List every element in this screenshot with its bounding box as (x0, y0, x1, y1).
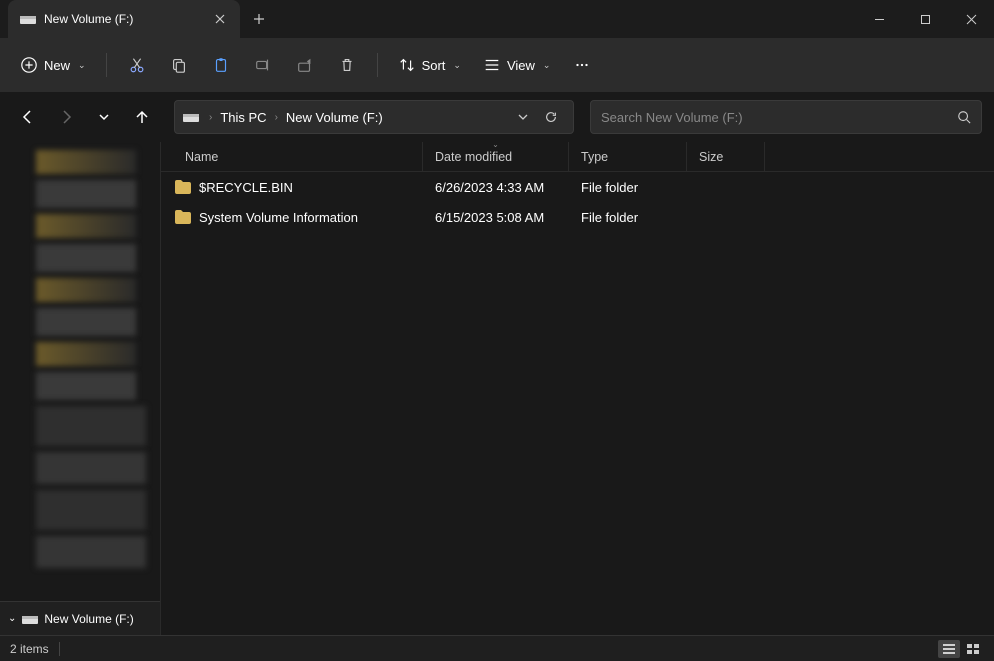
column-header-name[interactable]: Name (161, 142, 423, 171)
file-list-pane: Name ⌄Date modified Type Size $RECYCLE.B… (160, 142, 994, 635)
folder-icon (175, 180, 191, 194)
table-row[interactable]: System Volume Information 6/15/2023 5:08… (161, 202, 994, 232)
minimize-button[interactable] (856, 0, 902, 38)
file-date: 6/15/2023 5:08 AM (423, 210, 569, 225)
title-bar: New Volume (F:) (0, 0, 994, 38)
sidebar-item-current-drive[interactable]: ⌄ New Volume (F:) (0, 601, 160, 635)
maximize-button[interactable] (902, 0, 948, 38)
status-item-count: 2 items (10, 642, 49, 656)
file-type: File folder (569, 180, 687, 195)
chevron-down-icon: ⌄ (8, 613, 16, 624)
refresh-button[interactable] (537, 103, 565, 131)
navigation-pane[interactable]: ⌄ New Volume (F:) (0, 142, 160, 635)
cut-button[interactable] (117, 47, 157, 83)
file-name: System Volume Information (199, 210, 358, 225)
toolbar: New ⌄ Sort ⌄ View ⌄ (0, 38, 994, 92)
search-input[interactable] (601, 110, 957, 125)
address-dropdown-button[interactable] (509, 103, 537, 131)
search-icon[interactable] (957, 110, 971, 124)
chevron-down-icon: ⌄ (453, 60, 461, 71)
up-button[interactable] (126, 101, 158, 133)
breadcrumb-segment[interactable]: New Volume (F:) (282, 110, 387, 125)
back-button[interactable] (12, 101, 44, 133)
close-window-button[interactable] (948, 0, 994, 38)
sort-indicator-icon: ⌄ (492, 140, 499, 149)
new-button[interactable]: New ⌄ (10, 47, 96, 83)
copy-button[interactable] (159, 47, 199, 83)
more-button[interactable] (562, 47, 602, 83)
paste-button[interactable] (201, 47, 241, 83)
file-list[interactable]: $RECYCLE.BIN 6/26/2023 4:33 AM File fold… (161, 172, 994, 635)
breadcrumb-segment[interactable]: This PC (216, 110, 270, 125)
view-button[interactable]: View ⌄ (473, 47, 561, 83)
navigation-bar: › This PC › New Volume (F:) (0, 92, 994, 142)
share-button[interactable] (285, 47, 325, 83)
tab-title: New Volume (F:) (44, 12, 212, 26)
rename-button[interactable] (243, 47, 283, 83)
column-header-size[interactable]: Size (687, 142, 765, 171)
chevron-down-icon: ⌄ (543, 60, 551, 71)
folder-icon (175, 210, 191, 224)
navigation-tree[interactable] (0, 142, 160, 601)
drive-icon (183, 111, 199, 123)
close-tab-button[interactable] (212, 11, 228, 27)
details-view-button[interactable] (938, 640, 960, 658)
address-bar[interactable]: › This PC › New Volume (F:) (174, 100, 574, 134)
delete-button[interactable] (327, 47, 367, 83)
toolbar-separator (377, 53, 378, 77)
breadcrumb-separator[interactable]: › (271, 112, 282, 123)
drive-icon (22, 613, 38, 625)
column-header-type[interactable]: Type (569, 142, 687, 171)
column-headers: Name ⌄Date modified Type Size (161, 142, 994, 172)
sidebar-item-label: New Volume (F:) (44, 612, 133, 626)
breadcrumb-separator[interactable]: › (205, 112, 216, 123)
file-date: 6/26/2023 4:33 AM (423, 180, 569, 195)
drive-icon (20, 13, 36, 25)
sort-button[interactable]: Sort ⌄ (388, 47, 471, 83)
table-row[interactable]: $RECYCLE.BIN 6/26/2023 4:33 AM File fold… (161, 172, 994, 202)
new-button-label: New (44, 58, 70, 73)
file-type: File folder (569, 210, 687, 225)
column-header-date[interactable]: ⌄Date modified (423, 142, 569, 171)
thumbnails-view-button[interactable] (962, 640, 984, 658)
column-header-spacer (765, 142, 994, 171)
recent-locations-button[interactable] (88, 101, 120, 133)
chevron-down-icon: ⌄ (78, 60, 86, 71)
toolbar-separator (106, 53, 107, 77)
sort-button-label: Sort (422, 58, 446, 73)
view-button-label: View (507, 58, 535, 73)
new-tab-button[interactable] (240, 0, 278, 38)
search-box[interactable] (590, 100, 982, 134)
file-name: $RECYCLE.BIN (199, 180, 293, 195)
window-tab[interactable]: New Volume (F:) (8, 0, 240, 38)
status-separator (59, 642, 60, 656)
status-bar: 2 items (0, 635, 994, 661)
forward-button[interactable] (50, 101, 82, 133)
